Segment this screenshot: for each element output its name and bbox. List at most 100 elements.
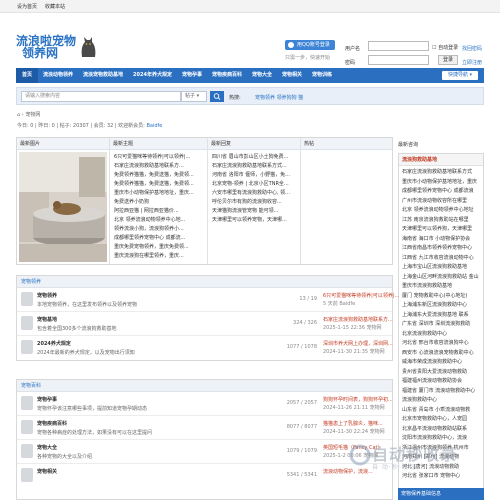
board-header[interactable]: 宠物百科 (17, 380, 392, 392)
search-input[interactable]: 请输入搜索内容 (21, 91, 181, 102)
list-item[interactable]: 北京昌平流浪动物救助站联系 (402, 425, 480, 435)
list-item[interactable]: 呼伦贝尔市有狗的流浪狗收容... (212, 198, 296, 207)
list-item[interactable]: 重庆市小动物保护基地地址，重庆... (114, 189, 203, 198)
nav-item-related[interactable]: 宠物相关 (277, 68, 307, 83)
list-item[interactable]: 厦门 宠物救助中心(中心地址) (402, 292, 480, 302)
nav-item-training[interactable]: 宠物训练 (307, 68, 337, 83)
last-post-title[interactable]: 狗狗怀孕时间表，狗狗怀孕初... (323, 396, 392, 404)
site-logo[interactable]: 流浪啦宠物 领养网 (16, 35, 98, 59)
list-item[interactable]: 上海浦东新区流浪狗救助中心 (402, 301, 480, 311)
list-item[interactable]: 北京市宠物救助中心，人宠园 (402, 415, 480, 425)
forgot-password-link[interactable]: 找回密码 (462, 42, 482, 56)
forum-name[interactable]: 宠物大全 (37, 444, 57, 451)
list-item[interactable]: 威海市荣成流浪狗救助中心 (402, 358, 480, 368)
list-item[interactable]: 北京宠物-领养 | 北京小区TNR全... (212, 180, 296, 189)
search-button[interactable] (210, 91, 224, 102)
list-item[interactable]: 重庆免费宠物领养，重庆免费领... (114, 243, 203, 252)
hot-search-links[interactable]: 宠物领养 领养狗狗 猫 (255, 94, 303, 101)
password-input[interactable] (368, 55, 429, 65)
nav-item-disease[interactable]: 宠物疾病百科 (207, 68, 247, 83)
bookmark-link[interactable]: 收藏本站 (45, 3, 65, 10)
nav-item-home[interactable]: 首页 (16, 68, 39, 83)
forum-row[interactable]: 宠物孕事 宠物怀孕该注意哪些事项，提前知道宠物孕期动态 2057 / 2057 … (17, 392, 392, 416)
forum-name[interactable]: 宠物相关 (37, 468, 57, 475)
cat-photo-image[interactable] (19, 152, 107, 262)
list-item[interactable]: 西安市 心流浪流浪宠物救助中心 (402, 349, 480, 359)
list-item[interactable]: 天津猫狗流浪管宠物 能可领... (212, 207, 296, 216)
list-item[interactable]: 石家庄流浪狗救助基地联系方式 (402, 168, 480, 178)
last-post-title[interactable]: 石家庄流浪狗救助基地联系方... (323, 316, 393, 324)
forum-last-post[interactable]: 深圳市养犬网上办理，深圳网... 2024-11-30 21:35 宠物网 (323, 340, 393, 356)
forum-name[interactable]: 宠物领养 (37, 292, 57, 299)
list-item[interactable]: 流浪狗救助中心 (402, 396, 480, 406)
forum-last-post[interactable]: 6只可爱猫咪等待领养|可以领养|... 5 天前 Baidfe (323, 292, 399, 308)
forum-row[interactable]: 宠物大全 各种宠物的大全以及介绍 1079 / 1079 英国短毛猫（Fancy… (17, 440, 392, 464)
forum-last-post[interactable]: 石家庄流浪狗救助基地联系方... 2025-1-15 22:36 宠物网 (323, 316, 393, 332)
list-item[interactable]: 6只可爱猫咪等待领养|可以领养|... (114, 153, 203, 162)
forum-row[interactable]: 2024养犬规定 2024年最新的养犬规定，以及宠物出行须知 1077 / 10… (17, 336, 393, 360)
login-button[interactable]: 登录 (438, 55, 458, 65)
list-item[interactable]: 上海金山区河畔流浪狗救助站 金山 (402, 273, 480, 283)
list-item[interactable]: 福建福州流浪动物救助协会 (402, 377, 480, 387)
list-item[interactable]: 重庆市小动物保护基地地址，重庆 (402, 178, 480, 188)
list-item[interactable]: 免费领养猫猫，免费送猫，免费领... (114, 180, 203, 189)
list-item[interactable]: 贵州省贵阳大爱流浪动物救助 (402, 368, 480, 378)
new-member-link[interactable]: Baidfe (146, 123, 162, 129)
nav-item-rescue-base[interactable]: 流浪宠物救助基地 (78, 68, 128, 83)
quick-nav-button[interactable]: 快捷导航 ▾ (442, 71, 478, 80)
nav-item-pregnancy[interactable]: 宠物孕事 (177, 68, 207, 83)
auto-login-checkbox[interactable]: ☐ 自动登录 (432, 41, 458, 55)
list-item[interactable]: 六安市哪里有流浪狗救助中心, 领... (212, 189, 296, 198)
forum-name[interactable]: 宠物基地 (37, 316, 57, 323)
forum-name[interactable]: 2024养犬规定 (37, 340, 71, 347)
list-item[interactable]: 免费领养猫猫，免费送猫，免费领... (114, 171, 203, 180)
list-item[interactable]: 海南省 海口市 小动物保护协会 (402, 235, 480, 245)
list-item[interactable]: 广州市流浪动物收容所在哪里 (402, 197, 480, 207)
list-item[interactable]: 天津哪里可以领养宠物，天津哪... (212, 216, 296, 225)
forum-row[interactable]: 宠物疾病百科 宠物各种病症的处理方法，如果没有可以在这里提问 8077 / 80… (17, 416, 392, 440)
forum-last-post[interactable]: 狗狗怀孕时间表，狗狗怀孕初... 2024-11-26 21:11 宠物网 (323, 396, 392, 412)
forum-row[interactable]: 宠物相关 5341 / 5341 流浪动物保护，流浪... (17, 464, 392, 488)
forum-row[interactable]: 宠物领养 本地宠物领养，在这里发布领养以及领养宠物 13 / 19 6只可爱猫咪… (17, 288, 399, 312)
last-post-title[interactable]: 6只可爱猫咪等待领养|可以领养|... (323, 292, 399, 300)
list-item[interactable]: 江西省南昌市领养领养宠物中心 (402, 244, 480, 254)
list-item[interactable]: 江苏 南京流浪狗救助站在哪里 (402, 216, 480, 226)
last-post-title[interactable]: 深圳市养犬网上办理，深圳网... (323, 340, 393, 348)
forum-name[interactable]: 宠物孕事 (37, 396, 57, 403)
list-item[interactable]: 重庆流浪狗在哪里领养，重庆... (114, 252, 203, 261)
list-item[interactable]: 河南省 洛阳市 偃师，小野猫，免... (212, 171, 296, 180)
breadcrumb[interactable]: ⌂ › 宠物网 (17, 111, 40, 118)
list-item[interactable]: 石家庄流浪狗救助基地联系方式... (212, 162, 296, 171)
nav-item-encyclopedia[interactable]: 宠物大全 (247, 68, 277, 83)
list-item[interactable]: 河北省 邢台市收容流浪狗中心 (402, 339, 480, 349)
list-item[interactable]: 成都哪里领养宠物中心 成都流浪 (402, 187, 480, 197)
list-item[interactable]: 上海市宝山区流浪狗救助基地 (402, 263, 480, 273)
list-item[interactable]: 北京 领养流浪动物领养中心地址 (402, 206, 480, 216)
list-item[interactable]: 石家庄流浪狗救助基地联系方... (114, 162, 203, 171)
board-header[interactable]: 宠物领养 (17, 276, 392, 288)
nav-item-adoption[interactable]: 流浪动物领养 (38, 68, 78, 83)
forum-last-post[interactable]: 猫猫患上了乳腺炎，猫咪... 2024-11-30 22:24 宠物网 (323, 420, 385, 436)
list-item[interactable]: 免费送养小奶狗 (114, 198, 203, 207)
list-item[interactable]: 北京 领养流浪动物领养中心地... (114, 216, 203, 225)
list-item[interactable]: 江西省 九江市收容流浪动物中心 (402, 254, 480, 264)
list-item[interactable]: 重庆市流浪狗救助基地 (402, 282, 480, 292)
list-item[interactable]: 成都哪里领养宠物中心 成都流... (114, 234, 203, 243)
forum-row[interactable]: 宠物基地 包含着全国300多个流浪狗救助基地 324 / 326 石家庄流浪狗救… (17, 312, 393, 336)
search-type-select[interactable]: 帖子 ▾ (181, 91, 207, 102)
qq-login-button[interactable]: 用QQ账号登录 (285, 40, 335, 50)
list-item[interactable]: 山东省 青岛市 小乖流浪动物救 (402, 406, 480, 416)
list-item[interactable]: 福建省 厦门市 流浪动物救助中心 (402, 387, 480, 397)
list-item[interactable]: 领养流浪小狗，流浪狗领养小... (114, 225, 203, 234)
list-item[interactable]: 阿拉西亚猫 | 网拉西亚猫价... (114, 207, 203, 216)
list-item[interactable]: 北京流浪狗救助中心 (402, 330, 480, 340)
set-home-link[interactable]: 设为首页 (17, 3, 37, 10)
forum-name[interactable]: 宠物疾病百科 (37, 420, 67, 427)
list-item[interactable]: 广东省 深圳市 深圳流浪狗救助 (402, 320, 480, 330)
list-item[interactable]: 上海浦东大爱流浪狗基地 联系 (402, 311, 480, 321)
nav-item-dog-rules[interactable]: 2024年养犬规定 (128, 68, 177, 83)
list-item[interactable]: 天津哪里可以领养狗，天津哪里 (402, 225, 480, 235)
list-item[interactable]: 四川省 眉山市彭山区小土狗免费... (212, 153, 296, 162)
username-input[interactable] (368, 41, 429, 51)
last-post-title[interactable]: 猫猫患上了乳腺炎，猫咪... (323, 420, 385, 428)
